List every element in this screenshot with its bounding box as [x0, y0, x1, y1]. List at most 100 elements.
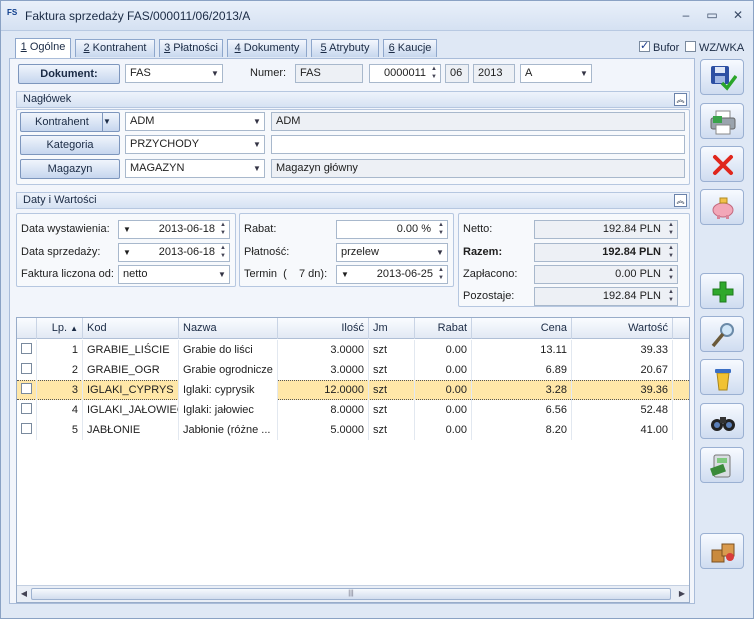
binoculars-button[interactable] [700, 403, 744, 439]
edit-button[interactable] [700, 316, 744, 352]
header-jm[interactable]: Jm [369, 318, 415, 339]
tab-ogolne[interactable]: 1 Ogólne [15, 38, 71, 58]
collapse-icon[interactable]: ︽ [674, 194, 687, 207]
table-row[interactable]: 5 JABŁONIE Jabłonie (różne ... 5.0000 sz… [17, 420, 689, 440]
cell-rabat: 0.00 [415, 340, 472, 360]
clear-button[interactable] [700, 359, 744, 395]
header-ilosc[interactable]: Ilość [278, 318, 369, 339]
tab-atrybuty[interactable]: 5 Atrybuty [311, 39, 379, 57]
collapse-icon[interactable]: ︽ [674, 93, 687, 106]
spinner-icon[interactable]: ▲ ▼ [218, 221, 228, 238]
cell-kod: GRABIE_LIŚCIE [83, 340, 179, 360]
document-type-select[interactable]: FAS ▼ [125, 64, 223, 83]
kategoria-desc-field[interactable] [271, 135, 685, 154]
scroll-left-icon[interactable]: ◀ [18, 588, 30, 600]
chevron-down-icon[interactable]: ▼ [123, 221, 131, 238]
header-rabat[interactable]: Rabat [415, 318, 472, 339]
tab-kaucje[interactable]: 6 Kaucje [383, 39, 437, 57]
row-checkbox[interactable] [17, 400, 37, 420]
table-row[interactable]: 2 GRABIE_OGR Grabie ogrodnicze 3.0000 sz… [17, 360, 689, 380]
spinner-icon[interactable]: ▲ ▼ [218, 244, 228, 261]
daty-section-header[interactable]: Daty i Wartości ︽ [16, 192, 690, 209]
cell-lp: 3 [37, 380, 83, 400]
row-checkbox[interactable] [17, 420, 37, 440]
header-kod[interactable]: Kod [83, 318, 179, 339]
chevron-down-icon[interactable]: ▼ [123, 244, 131, 261]
piggy-bank-button[interactable] [700, 189, 744, 225]
faktura-liczona-select[interactable]: netto ▼ [118, 265, 230, 284]
chevron-down-icon: ▼ [211, 69, 219, 78]
magazyn-button[interactable]: Magazyn [20, 159, 120, 179]
kontrahent-button[interactable]: Kontrahent ▼ [20, 112, 120, 132]
series-select[interactable]: A ▼ [520, 64, 592, 83]
maximize-button[interactable]: ▭ [703, 7, 721, 23]
table-row[interactable]: 4 IGLAKI_JAŁOWIEC Iglaki: jałowiec 8.000… [17, 400, 689, 420]
cell-cena: 8.20 [472, 420, 572, 440]
cell-cena: 6.89 [472, 360, 572, 380]
row-checkbox[interactable] [17, 340, 37, 360]
spinner-icon[interactable]: ▲ ▼ [429, 65, 439, 82]
spinner-icon[interactable]: ▲ ▼ [436, 221, 446, 238]
platnosc-select[interactable]: przelew ▼ [336, 243, 448, 262]
cell-jm: szt [369, 340, 415, 360]
magazyn-name-field: Magazyn główny [271, 159, 685, 178]
kontrahent-code-select[interactable]: ADM ▼ [125, 112, 265, 131]
print-button[interactable] [700, 103, 744, 139]
scrollbar-thumb[interactable]: ||| [31, 588, 671, 600]
title-bar: FS Faktura sprzedaży FAS/000011/06/2013/… [1, 1, 753, 31]
table-row[interactable]: 1 GRABIE_LIŚCIE Grabie do liści 3.0000 s… [17, 340, 689, 360]
netto-field: 192.84 PLN ▲ ▼ [534, 220, 678, 239]
data-wystawienia-label: Data wystawienia: [21, 223, 110, 235]
wzwka-checkbox[interactable]: WZ/WKA [685, 41, 744, 54]
kategoria-select[interactable]: PRZYCHODY ▼ [125, 135, 265, 154]
scroll-right-icon[interactable]: ▶ [676, 588, 688, 600]
header-wartosc[interactable]: Wartość [572, 318, 673, 339]
chevron-down-icon[interactable]: ▼ [102, 113, 119, 131]
kategoria-button[interactable]: Kategoria [20, 135, 120, 155]
header-nazwa[interactable]: Nazwa [179, 318, 278, 339]
packages-button[interactable] [700, 533, 744, 569]
tab-platnosci[interactable]: 3 Płatności [159, 39, 223, 57]
dokument-button[interactable]: Dokument: [18, 64, 120, 84]
spinner-icon[interactable]: ▲ ▼ [436, 266, 446, 283]
table-row-selected[interactable]: 3 IGLAKI_CYPRYS Iglaki: cyprysik 12.0000… [17, 380, 689, 400]
clear-icon [715, 369, 731, 391]
termin-field[interactable]: ▼ 2013-06-25 ▲ ▼ [336, 265, 448, 284]
header-cena[interactable]: Cena [472, 318, 572, 339]
magazyn-select[interactable]: MAGAZYN ▼ [125, 159, 265, 178]
row-checkbox[interactable] [17, 380, 37, 400]
cell-ilosc: 3.0000 [278, 340, 369, 360]
tab-kontrahent[interactable]: 2 Kontrahent [75, 39, 155, 57]
header-check [17, 318, 37, 339]
save-approve-button[interactable] [700, 59, 744, 95]
rabat-field[interactable]: 0.00 % ▲ ▼ [336, 220, 448, 239]
header-lp[interactable]: Lp. ▲ [37, 318, 83, 339]
edit-icon [711, 323, 734, 348]
numer-field[interactable]: 0000011 ▲ ▼ [369, 64, 441, 83]
naglowek-section-header[interactable]: Nagłówek ︽ [16, 91, 690, 108]
horizontal-scrollbar[interactable]: ◀ ||| ▶ [17, 585, 689, 602]
chevron-down-icon: ▼ [253, 164, 261, 173]
razem-label: Razem: [463, 246, 503, 258]
payment-terminal-button[interactable] [700, 447, 744, 483]
cell-nazwa: Jabłonie (różne ... [179, 420, 278, 440]
delete-button[interactable] [700, 146, 744, 182]
checkbox-icon [21, 423, 32, 434]
cell-nazwa: Iglaki: jałowiec [179, 400, 278, 420]
tab-dokumenty[interactable]: 4 Dokumenty [227, 39, 307, 57]
chevron-down-icon[interactable]: ▼ [341, 266, 349, 283]
chevron-down-icon: ▼ [580, 69, 588, 78]
minimize-button[interactable]: – [677, 7, 695, 23]
data-wystawienia-field[interactable]: ▼ 2013-06-18 ▲ ▼ [118, 220, 230, 239]
netto-label: Netto: [463, 223, 493, 235]
cell-kod: IGLAKI_JAŁOWIEC [83, 400, 179, 420]
cell-lp: 2 [37, 360, 83, 380]
spinner-icon: ▲ ▼ [668, 289, 674, 303]
cell-jm: szt [369, 380, 415, 400]
row-checkbox[interactable] [17, 360, 37, 380]
close-button[interactable]: ✕ [729, 7, 747, 23]
bufor-checkbox[interactable]: Bufor [639, 39, 679, 54]
add-button[interactable] [700, 273, 744, 309]
data-sprzedazy-field[interactable]: ▼ 2013-06-18 ▲ ▼ [118, 243, 230, 262]
zaplacono-label: Zapłacono: [463, 268, 518, 280]
